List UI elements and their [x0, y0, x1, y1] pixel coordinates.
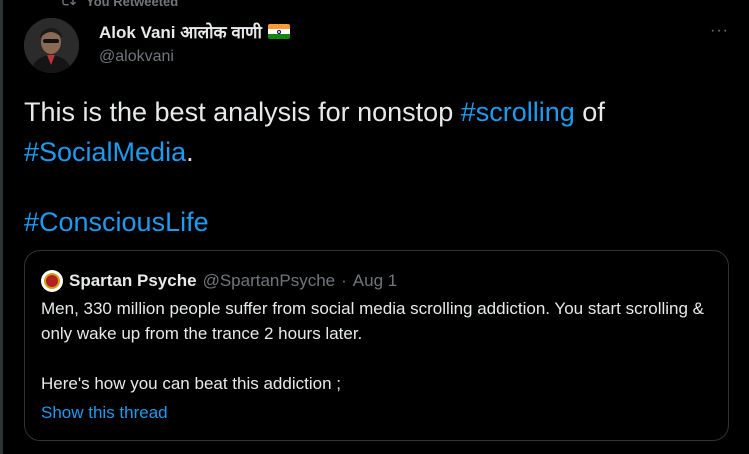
author-info: Alok Vani आलोक वाणी @alokvani [99, 20, 290, 66]
tweet-text-segment: . [186, 137, 194, 167]
show-thread-link[interactable]: Show this thread [41, 403, 168, 423]
quoted-paragraph: Here's how you can beat this addiction ; [41, 374, 341, 393]
meta-separator: · [341, 271, 347, 290]
quoted-author-name[interactable]: Spartan Psyche [69, 271, 197, 291]
retweet-icon [60, 0, 76, 11]
hashtag-scrolling-link[interactable]: #scrolling [461, 97, 575, 127]
tweet-text-segment: This is the best analysis for nonstop [24, 97, 461, 127]
quoted-tweet-header: Spartan Psyche @SpartanPsyche · Aug 1 [41, 270, 397, 292]
retweet-context: You Retweeted [60, 0, 178, 11]
more-options-button[interactable]: ··· [710, 22, 729, 40]
quoted-tweet-body: Men, 330 million people suffer from soci… [41, 296, 711, 396]
retweet-context-label: You Retweeted [86, 0, 179, 9]
quoted-author-avatar[interactable] [41, 270, 63, 292]
india-flag-icon [267, 24, 290, 39]
quoted-tweet-date[interactable]: Aug 1 [353, 271, 397, 291]
author-display-name[interactable]: Alok Vani आलोक वाणी [99, 20, 262, 43]
author-avatar[interactable] [24, 18, 79, 73]
quoted-paragraph: Men, 330 million people suffer from soci… [41, 299, 705, 343]
tweet-text: This is the best analysis for nonstop #s… [24, 92, 724, 242]
tweet-text-segment: of [574, 97, 605, 127]
hashtag-socialmedia-link[interactable]: #SocialMedia [24, 137, 186, 167]
author-handle[interactable]: @alokvani [99, 48, 290, 66]
quoted-tweet-card[interactable]: Spartan Psyche @SpartanPsyche · Aug 1 Me… [24, 250, 729, 441]
hashtag-consciouslife-link[interactable]: #ConsciousLife [24, 207, 209, 237]
thread-rail [0, 0, 3, 454]
quoted-author-handle[interactable]: @SpartanPsyche [203, 271, 336, 291]
